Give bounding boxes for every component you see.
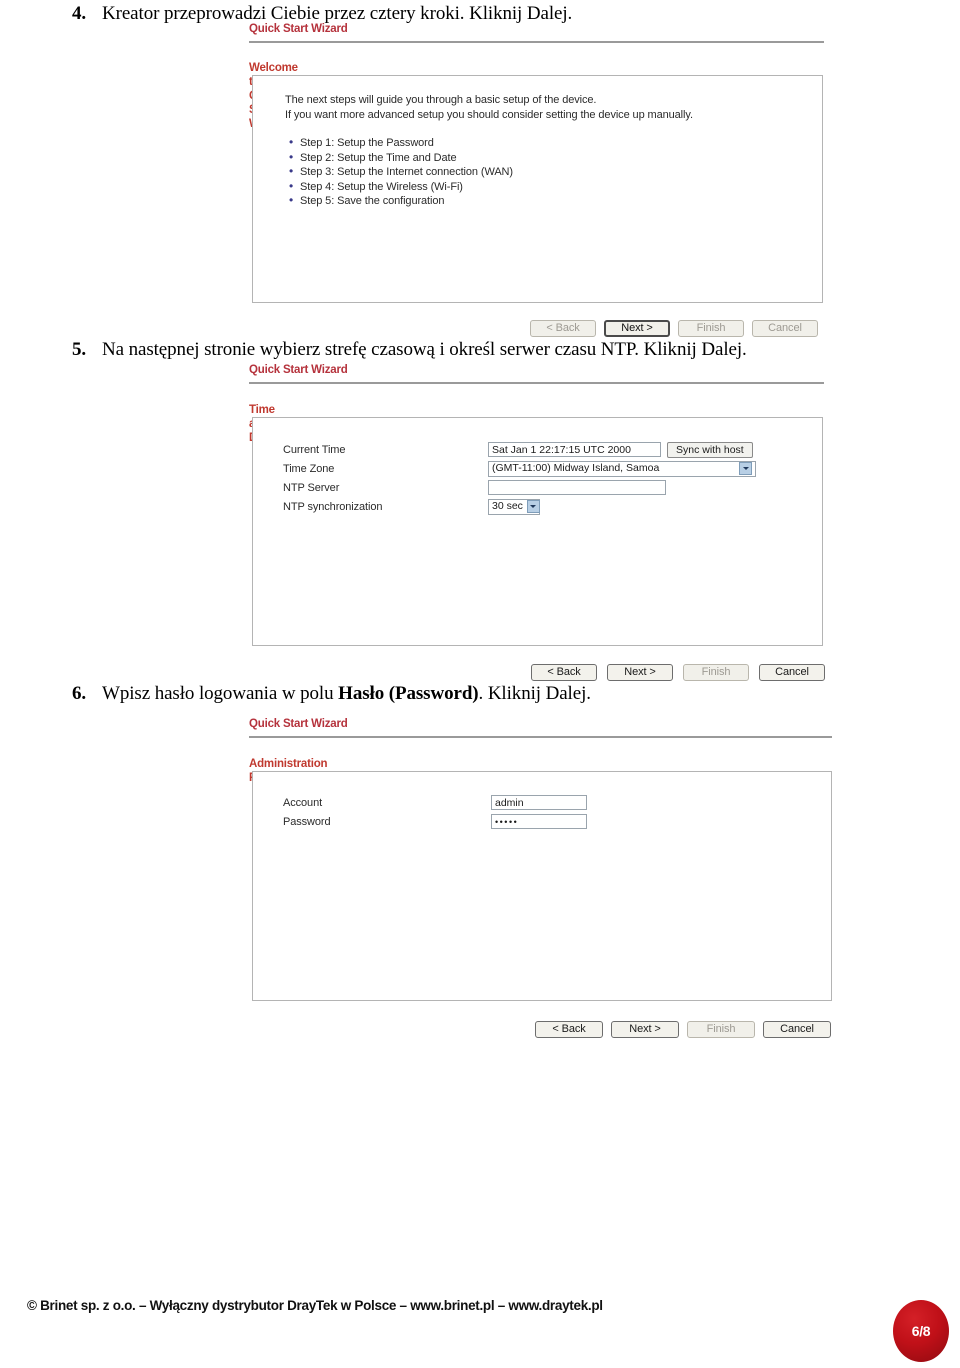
instruction-number-5: 5. bbox=[72, 339, 87, 360]
current-time-field[interactable]: Sat Jan 1 22:17:15 UTC 2000 bbox=[488, 442, 661, 457]
time-header: Quick Start Wizard bbox=[249, 363, 824, 384]
account-label: Account bbox=[283, 796, 323, 809]
welcome-content-box: The next steps will guide you through a … bbox=[252, 75, 823, 303]
instruction-text-6-pre: Wpisz hasło logowania w polu bbox=[102, 683, 339, 704]
cancel-button[interactable]: Cancel bbox=[752, 320, 818, 337]
password-row: Password ••••• bbox=[283, 812, 703, 831]
cancel-button[interactable]: Cancel bbox=[759, 664, 825, 681]
ntp-server-row: NTP Server bbox=[283, 478, 803, 497]
chevron-down-icon[interactable] bbox=[739, 462, 752, 475]
account-row: Account admin bbox=[283, 793, 703, 812]
list-item: Step 1: Setup the Password bbox=[289, 135, 513, 151]
time-zone-label: Time Zone bbox=[283, 462, 335, 475]
finish-button[interactable]: Finish bbox=[687, 1021, 755, 1038]
page-number-badge: 6/8 bbox=[893, 1300, 949, 1362]
instruction-text-6-post: . Kliknij Dalej. bbox=[478, 683, 591, 704]
footer-copyright: © Brinet sp. z o.o. – Wyłączny dystrybut… bbox=[27, 1298, 603, 1313]
ntp-sync-select[interactable]: 30 sec bbox=[488, 498, 540, 515]
back-button[interactable]: < Back bbox=[535, 1021, 603, 1038]
title-divider bbox=[249, 736, 832, 738]
list-item: Step 5: Save the configuration bbox=[289, 193, 513, 209]
finish-button[interactable]: Finish bbox=[678, 320, 744, 337]
ntp-sync-value: 30 sec bbox=[492, 500, 523, 512]
time-button-row: < Back Next > Finish Cancel bbox=[531, 664, 825, 681]
instruction-step-5: 5. Na następnej stronie wybierz strefę cz… bbox=[72, 339, 747, 361]
time-zone-value: (GMT-11:00) Midway Island, Samoa bbox=[492, 462, 660, 474]
back-button[interactable]: < Back bbox=[531, 664, 597, 681]
page-number-text: 6/8 bbox=[911, 1323, 931, 1339]
wizard-title: Quick Start Wizard bbox=[249, 23, 348, 35]
ntp-server-input[interactable] bbox=[488, 480, 666, 495]
wizard-title: Quick Start Wizard bbox=[249, 364, 348, 376]
title-divider bbox=[249, 382, 824, 384]
password-label: Password bbox=[283, 815, 331, 828]
instruction-text-5: Na następnej stronie wybierz strefę czas… bbox=[102, 339, 747, 360]
time-content-box: Current Time Sat Jan 1 22:17:15 UTC 2000… bbox=[252, 417, 823, 646]
welcome-button-row: < Back Next > Finish Cancel bbox=[530, 320, 818, 337]
next-button[interactable]: Next > bbox=[604, 320, 670, 337]
list-item: Step 4: Setup the Wireless (Wi-Fi) bbox=[289, 179, 513, 195]
welcome-intro-line-1: The next steps will guide you through a … bbox=[285, 94, 597, 106]
time-zone-select[interactable]: (GMT-11:00) Midway Island, Samoa bbox=[488, 460, 756, 477]
instruction-number-6: 6. bbox=[72, 683, 87, 704]
ntp-server-label: NTP Server bbox=[283, 481, 340, 494]
welcome-intro-line-2: If you want more advanced setup you shou… bbox=[285, 109, 693, 121]
list-item: Step 2: Setup the Time and Date bbox=[289, 150, 513, 166]
welcome-step-list: Step 1: Setup the Password Step 2: Setup… bbox=[289, 135, 513, 209]
next-button[interactable]: Next > bbox=[611, 1021, 679, 1038]
next-button[interactable]: Next > bbox=[607, 664, 673, 681]
current-time-row: Current Time Sat Jan 1 22:17:15 UTC 2000… bbox=[283, 440, 803, 459]
chevron-down-icon[interactable] bbox=[526, 500, 540, 513]
time-zone-row: Time Zone (GMT-11:00) Midway Island, Sam… bbox=[283, 459, 803, 478]
instruction-step-6: 6. Wpisz hasło logowania w polu Hasło (Pa… bbox=[72, 683, 591, 705]
password-content-box: Account admin Password ••••• bbox=[252, 771, 832, 1001]
ntp-sync-row: NTP synchronization 30 sec bbox=[283, 497, 803, 516]
password-header: Quick Start Wizard bbox=[249, 717, 832, 738]
list-item: Step 3: Setup the Internet connection (W… bbox=[289, 164, 513, 180]
instruction-number-4: 4. bbox=[72, 3, 87, 24]
password-input[interactable]: ••••• bbox=[491, 814, 587, 829]
current-time-label: Current Time bbox=[283, 443, 346, 456]
welcome-intro: The next steps will guide you through a … bbox=[285, 93, 693, 123]
instruction-text-4: Kreator przeprowadzi Ciebie przez cztery… bbox=[102, 3, 573, 24]
finish-button[interactable]: Finish bbox=[683, 664, 749, 681]
title-divider bbox=[249, 41, 824, 43]
wizard-title: Quick Start Wizard bbox=[249, 718, 348, 730]
password-button-row: < Back Next > Finish Cancel bbox=[535, 1021, 831, 1038]
instruction-text-6-bold: Hasło (Password) bbox=[338, 683, 479, 704]
ntp-sync-label: NTP synchronization bbox=[283, 500, 383, 513]
cancel-button[interactable]: Cancel bbox=[763, 1021, 831, 1038]
account-input[interactable]: admin bbox=[491, 795, 587, 810]
back-button[interactable]: < Back bbox=[530, 320, 596, 337]
sync-with-host-button[interactable]: Sync with host bbox=[667, 441, 753, 458]
welcome-header: Quick Start Wizard bbox=[249, 22, 824, 43]
